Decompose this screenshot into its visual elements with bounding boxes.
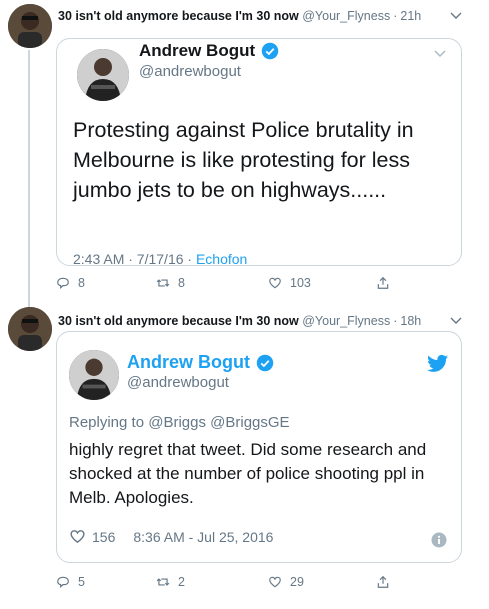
avatar[interactable] (8, 4, 52, 48)
replying-label: Replying to (69, 414, 149, 431)
tweet[interactable]: 30 isn't old anymore because I'm 30 now … (0, 0, 489, 305)
quoted-timestamp: 2:43 AM · 7/17/16 · (73, 251, 196, 266)
like-count: 29 (290, 575, 304, 589)
quoted-tweet-card[interactable]: Andrew Bogut @andrewbogut Protesting aga… (56, 38, 462, 266)
verified-badge-icon (261, 42, 279, 60)
twitter-bird-icon[interactable] (427, 354, 449, 374)
reply-count: 5 (78, 575, 85, 589)
verified-badge-icon (256, 354, 274, 371)
author-handle[interactable]: @Your_Flyness (302, 9, 390, 23)
tweet[interactable]: 30 isn't old anymore because I'm 30 now … (0, 305, 489, 609)
retweet-count: 8 (178, 276, 185, 290)
heart-icon (269, 277, 281, 289)
quoted-tweet-text: Protesting against Police brutality in M… (73, 118, 414, 202)
quoted-author-name-text: Andrew Bogut (139, 41, 256, 60)
quoted-avatar[interactable] (77, 49, 129, 101)
chevron-down-icon[interactable] (449, 314, 463, 328)
share-icon (377, 575, 389, 588)
like-count: 103 (290, 276, 311, 290)
author-handle[interactable]: @Your_Flyness (302, 314, 390, 328)
quoted-tweet-meta: 2:43 AM · 7/17/16 · Echofon (73, 251, 247, 266)
retweet-icon (156, 279, 170, 287)
tweet-actions: 5 2 29 (56, 575, 396, 595)
heart-icon[interactable] (69, 528, 86, 545)
like-button[interactable]: 29 (268, 575, 304, 589)
quoted-like-count: 156 (92, 528, 116, 545)
retweet-icon (156, 578, 170, 586)
quoted-author-handle[interactable]: @andrewbogut (139, 63, 241, 80)
quoted-tweet-text: highly regret that tweet. Did some resea… (69, 440, 427, 507)
reply-button[interactable]: 8 (56, 276, 85, 290)
tweet-actions: 8 8 103 (56, 276, 396, 296)
tweet-time[interactable]: 21h (400, 9, 421, 23)
retweet-button[interactable]: 2 (156, 575, 185, 589)
author-name[interactable]: 30 isn't old anymore because I'm 30 now (58, 314, 299, 328)
share-icon (377, 276, 389, 289)
like-button[interactable]: 103 (268, 276, 311, 290)
share-button[interactable] (376, 276, 390, 290)
replying-to-line: Replying to @Briggs @BriggsGE (69, 414, 290, 431)
quoted-timestamp[interactable]: 8:36 AM - Jul 25, 2016 (133, 529, 273, 545)
tweet-time[interactable]: 18h (400, 314, 421, 328)
avatar[interactable] (8, 307, 52, 351)
retweet-count: 2 (178, 575, 185, 589)
tweet-header: 30 isn't old anymore because I'm 30 now … (58, 314, 421, 328)
retweet-button[interactable]: 8 (156, 276, 185, 290)
chevron-down-icon[interactable] (449, 9, 463, 23)
reply-icon (57, 576, 69, 588)
quoted-author-name-text: Andrew Bogut (127, 352, 250, 372)
reply-icon (57, 277, 69, 289)
reply-button[interactable]: 5 (56, 575, 85, 589)
quoted-author-name[interactable]: Andrew Bogut (139, 41, 279, 61)
author-name[interactable]: 30 isn't old anymore because I'm 30 now (58, 9, 299, 23)
quoted-author-handle[interactable]: @andrewbogut (127, 374, 229, 391)
reply-count: 8 (78, 276, 85, 290)
share-button[interactable] (376, 575, 390, 589)
info-icon[interactable] (431, 532, 447, 548)
chevron-down-icon[interactable] (433, 47, 447, 61)
tweet-header: 30 isn't old anymore because I'm 30 now … (58, 9, 421, 23)
embedded-tweet-card[interactable]: Andrew Bogut @andrewbogut Replying to @B… (56, 331, 462, 563)
quoted-avatar[interactable] (69, 350, 119, 400)
separator-dot: · (393, 314, 398, 328)
quoted-tweet-meta: 156 8:36 AM - Jul 25, 2016 (69, 528, 273, 545)
quoted-source-link[interactable]: Echofon (196, 251, 247, 265)
replying-to-handles[interactable]: @Briggs @BriggsGE (148, 414, 289, 431)
separator-dot: · (393, 9, 398, 23)
heart-icon (269, 576, 281, 588)
quoted-author-name[interactable]: Andrew Bogut (127, 352, 274, 373)
